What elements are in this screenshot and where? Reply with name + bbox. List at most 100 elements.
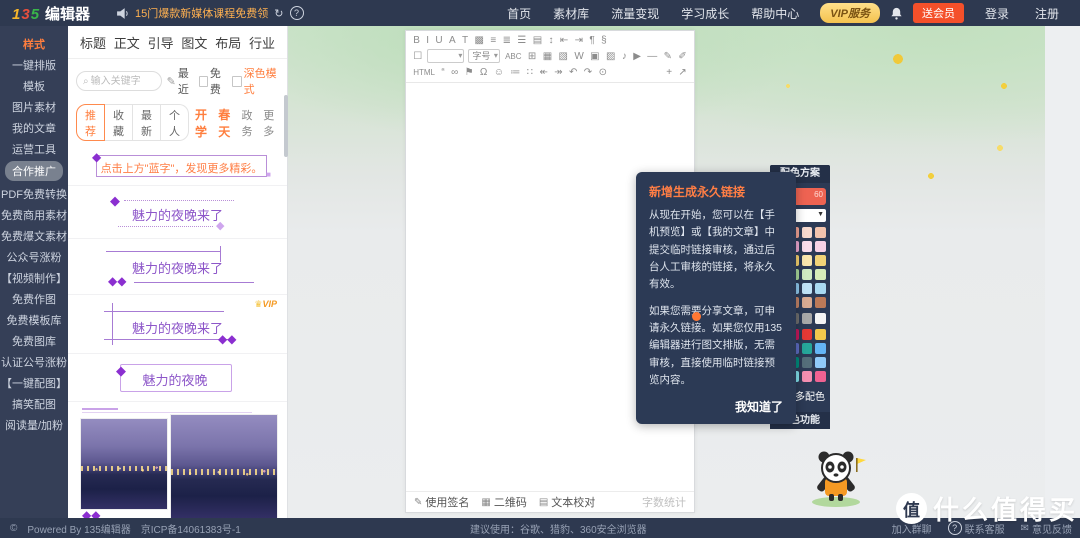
color-swatch[interactable] bbox=[815, 313, 826, 324]
search-box[interactable]: ⌕ bbox=[76, 71, 162, 91]
expand-icon[interactable]: ↗ bbox=[675, 65, 690, 80]
sidebar-item-free-template-lib[interactable]: 免费模板库 bbox=[0, 309, 68, 330]
color-swatch[interactable] bbox=[801, 313, 813, 324]
gift-member-button[interactable]: 送会员 bbox=[912, 3, 964, 23]
anchor-icon[interactable]: ⚑ bbox=[461, 65, 476, 80]
nav-material-library[interactable]: 素材库 bbox=[542, 5, 600, 22]
refresh-icon[interactable]: ↻ bbox=[274, 7, 283, 20]
color-swatch[interactable] bbox=[815, 269, 826, 280]
divider-icon[interactable]: — bbox=[644, 49, 660, 64]
filter-school-season[interactable]: 开学 bbox=[195, 106, 212, 140]
blockquote-icon[interactable]: “ bbox=[438, 65, 448, 80]
nav-traffic-monetize[interactable]: 流量变现 bbox=[600, 5, 670, 22]
color-swatch[interactable] bbox=[815, 297, 826, 308]
color-swatch[interactable] bbox=[801, 283, 813, 294]
color-swatch[interactable] bbox=[801, 329, 813, 340]
bullet-list-icon[interactable]: ≔ bbox=[507, 65, 523, 80]
qrcode-button[interactable]: ▦ 二维码 bbox=[481, 494, 526, 510]
color-swatch[interactable] bbox=[801, 343, 813, 354]
music-icon[interactable]: ♪ bbox=[619, 49, 630, 64]
color-swatch[interactable] bbox=[801, 297, 813, 308]
word-import-icon[interactable]: W bbox=[571, 49, 587, 64]
align-left-icon[interactable]: ≡ bbox=[487, 33, 499, 48]
sidebar-item-one-click-layout[interactable]: 一键排版 bbox=[0, 54, 68, 75]
sidebar-item-free-viral-assets[interactable]: 免费爆文素材 bbox=[0, 225, 68, 246]
brush-icon[interactable]: ✐ bbox=[675, 49, 690, 64]
filter-newest[interactable]: 最新 bbox=[133, 104, 161, 141]
numbered-list-icon[interactable]: ∷ bbox=[524, 65, 537, 80]
sidebar-item-my-articles[interactable]: 我的文章 bbox=[0, 117, 68, 138]
login-link[interactable]: 登录 bbox=[974, 5, 1020, 22]
sidebar-item-one-click-image[interactable]: 【一键配图】 bbox=[0, 372, 68, 393]
undo-icon[interactable]: ↶ bbox=[566, 65, 581, 80]
clear-format-icon[interactable]: § bbox=[598, 33, 610, 48]
color-swatch[interactable] bbox=[815, 371, 826, 382]
pen-icon[interactable]: ✎ bbox=[660, 49, 675, 64]
sidebar-item-free-gallery[interactable]: 免费图库 bbox=[0, 330, 68, 351]
emoji-icon[interactable]: ☺ bbox=[491, 65, 508, 80]
strikethrough-icon[interactable]: ABC bbox=[502, 49, 525, 64]
table-icon[interactable]: ⊞ bbox=[525, 49, 540, 64]
highlight-icon[interactable]: ▩ bbox=[471, 33, 487, 48]
color-swatch[interactable] bbox=[801, 269, 813, 280]
color-swatch[interactable] bbox=[801, 227, 813, 238]
nav-learning-growth[interactable]: 学习成长 bbox=[670, 5, 740, 22]
template-item-title-lines[interactable]: 魅力的夜晚来了 ◆◆ bbox=[68, 239, 287, 295]
filter-government[interactable]: 政务 bbox=[241, 107, 257, 139]
color-swatch[interactable] bbox=[801, 357, 813, 368]
icp-number[interactable]: 京ICP备14061383号-1 bbox=[141, 521, 241, 536]
sidebar-item-free-commercial-assets[interactable]: 免费商用素材 bbox=[0, 204, 68, 225]
sidebar-item-pdf-convert[interactable]: PDF免费转换 bbox=[0, 183, 68, 204]
indent-icon[interactable]: ⇥ bbox=[571, 33, 586, 48]
sidebar-item-cooperation-promo[interactable]: 合作推广 bbox=[5, 161, 63, 181]
new-doc-icon[interactable]: ☐ bbox=[410, 49, 425, 64]
color-swatch[interactable] bbox=[815, 227, 826, 238]
page-next-icon[interactable]: ↠ bbox=[551, 65, 566, 80]
align-center-icon[interactable]: ≣ bbox=[499, 33, 514, 48]
redo-icon[interactable]: ↷ bbox=[581, 65, 596, 80]
sidebar-item-template[interactable]: 模板 bbox=[0, 75, 68, 96]
filter-favorite[interactable]: 收藏 bbox=[105, 104, 133, 141]
recent-filter[interactable]: ✎ 最近 bbox=[167, 65, 194, 97]
line-height-icon[interactable]: ↕ bbox=[545, 33, 556, 48]
sidebar-item-image-assets[interactable]: 图片素材 bbox=[0, 96, 68, 117]
align-justify-icon[interactable]: ▤ bbox=[530, 33, 546, 48]
color-swatch[interactable] bbox=[815, 357, 826, 368]
filter-spring[interactable]: 春天 bbox=[218, 106, 235, 140]
sidebar-item-video-production[interactable]: 【视频制作】 bbox=[0, 267, 68, 288]
tab-industry[interactable]: 行业 bbox=[249, 33, 275, 52]
app-logo[interactable]: 1 3 5 编辑器 bbox=[12, 3, 90, 24]
color-swatch[interactable] bbox=[801, 255, 813, 266]
video-icon[interactable]: ▶ bbox=[630, 49, 644, 64]
font-size-select[interactable]: 字号 bbox=[468, 49, 500, 63]
vip-service-button[interactable]: VIP服务 bbox=[820, 3, 880, 23]
gallery-icon[interactable]: ▣ bbox=[587, 49, 603, 64]
template-item-title-vip[interactable]: ♛VIP 魅力的夜晚来了 ◆◆ bbox=[68, 295, 287, 354]
paragraph-icon[interactable]: ¶ bbox=[586, 33, 598, 48]
filter-more[interactable]: 更多 bbox=[263, 107, 279, 139]
filter-recommend[interactable]: 推荐 bbox=[76, 104, 105, 141]
map-icon[interactable]: ▨ bbox=[603, 49, 619, 64]
tab-body[interactable]: 正文 bbox=[114, 33, 140, 52]
template-item-title-dotted[interactable]: ◆ 魅力的夜晚来了 ◆ bbox=[68, 186, 287, 239]
italic-icon[interactable]: I bbox=[423, 33, 432, 48]
sidebar-item-funny-images[interactable]: 搞笑配图 bbox=[0, 393, 68, 414]
plus-icon[interactable]: + bbox=[663, 65, 675, 80]
font-family-select[interactable] bbox=[427, 49, 465, 63]
screenshot-icon[interactable]: ▧ bbox=[555, 49, 571, 64]
sidebar-item-operation-tools[interactable]: 运营工具 bbox=[0, 138, 68, 159]
sidebar-item-free-drawing[interactable]: 免费作图 bbox=[0, 288, 68, 309]
search-input[interactable] bbox=[88, 74, 155, 88]
nav-help-center[interactable]: 帮助中心 bbox=[740, 5, 810, 22]
color-swatch[interactable] bbox=[815, 343, 826, 354]
register-link[interactable]: 注册 bbox=[1024, 5, 1070, 22]
sidebar-item-style[interactable]: 样式 bbox=[0, 33, 68, 54]
template-item-photo-layout[interactable]: ◆◆ bbox=[68, 402, 287, 518]
announcement-text[interactable]: 15门爆款新媒体课程免费领 bbox=[135, 5, 268, 21]
sidebar-item-account-growth[interactable]: 公众号涨粉 bbox=[0, 246, 68, 267]
dark-mode-checkbox[interactable]: 深色模式 bbox=[232, 65, 279, 97]
link-icon[interactable]: ∞ bbox=[448, 65, 462, 80]
html-code-icon[interactable]: HTML bbox=[410, 65, 438, 80]
template-item-title-boxed[interactable]: ◆ 魅力的夜晚 bbox=[68, 354, 287, 402]
zoom-icon[interactable]: ⊙ bbox=[595, 65, 610, 80]
